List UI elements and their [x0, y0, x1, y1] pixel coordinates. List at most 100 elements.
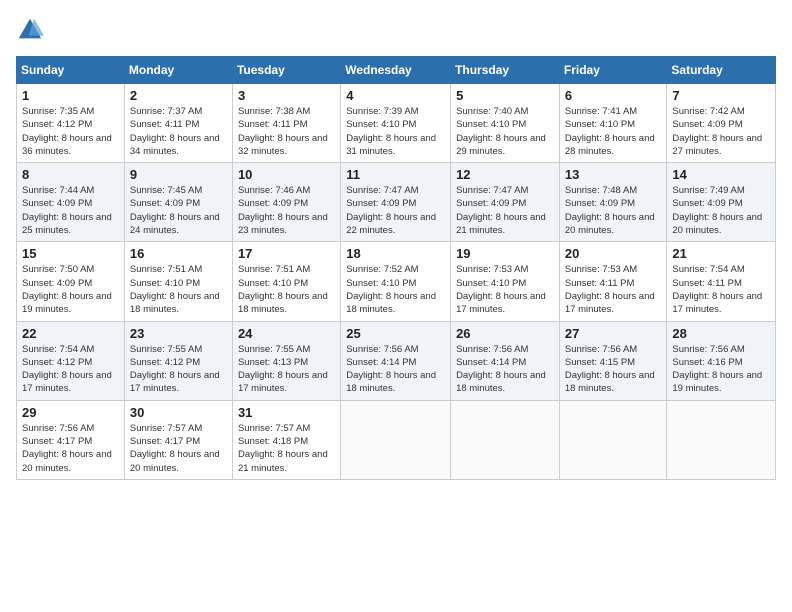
calendar-cell: 20 Sunrise: 7:53 AMSunset: 4:11 PMDayligh…: [559, 242, 667, 321]
day-number: 29: [22, 405, 119, 420]
day-info: Sunrise: 7:35 AMSunset: 4:12 PMDaylight:…: [22, 105, 119, 158]
day-info: Sunrise: 7:51 AMSunset: 4:10 PMDaylight:…: [130, 263, 227, 316]
day-number: 10: [238, 167, 335, 182]
day-number: 14: [672, 167, 770, 182]
day-number: 12: [456, 167, 554, 182]
day-info: Sunrise: 7:40 AMSunset: 4:10 PMDaylight:…: [456, 105, 554, 158]
day-number: 15: [22, 246, 119, 261]
day-info: Sunrise: 7:47 AMSunset: 4:09 PMDaylight:…: [456, 184, 554, 237]
day-info: Sunrise: 7:54 AMSunset: 4:12 PMDaylight:…: [22, 343, 119, 396]
day-info: Sunrise: 7:56 AMSunset: 4:17 PMDaylight:…: [22, 422, 119, 475]
day-info: Sunrise: 7:37 AMSunset: 4:11 PMDaylight:…: [130, 105, 227, 158]
day-info: Sunrise: 7:54 AMSunset: 4:11 PMDaylight:…: [672, 263, 770, 316]
calendar-header-row: SundayMondayTuesdayWednesdayThursdayFrid…: [17, 57, 776, 84]
day-info: Sunrise: 7:56 AMSunset: 4:15 PMDaylight:…: [565, 343, 662, 396]
calendar-cell: [451, 400, 560, 479]
day-info: Sunrise: 7:52 AMSunset: 4:10 PMDaylight:…: [346, 263, 445, 316]
day-info: Sunrise: 7:57 AMSunset: 4:18 PMDaylight:…: [238, 422, 335, 475]
day-number: 3: [238, 88, 335, 103]
col-header-friday: Friday: [559, 57, 667, 84]
day-number: 8: [22, 167, 119, 182]
day-number: 18: [346, 246, 445, 261]
day-number: 30: [130, 405, 227, 420]
calendar-cell: 29 Sunrise: 7:56 AMSunset: 4:17 PMDayligh…: [17, 400, 125, 479]
day-info: Sunrise: 7:38 AMSunset: 4:11 PMDaylight:…: [238, 105, 335, 158]
calendar-cell: 24 Sunrise: 7:55 AMSunset: 4:13 PMDayligh…: [232, 321, 340, 400]
logo: [16, 16, 48, 44]
calendar-cell: 9 Sunrise: 7:45 AMSunset: 4:09 PMDaylight…: [124, 163, 232, 242]
calendar-cell: 28 Sunrise: 7:56 AMSunset: 4:16 PMDayligh…: [667, 321, 776, 400]
day-number: 24: [238, 326, 335, 341]
day-info: Sunrise: 7:56 AMSunset: 4:14 PMDaylight:…: [456, 343, 554, 396]
day-number: 26: [456, 326, 554, 341]
day-info: Sunrise: 7:56 AMSunset: 4:14 PMDaylight:…: [346, 343, 445, 396]
calendar-cell: 27 Sunrise: 7:56 AMSunset: 4:15 PMDayligh…: [559, 321, 667, 400]
day-info: Sunrise: 7:55 AMSunset: 4:12 PMDaylight:…: [130, 343, 227, 396]
day-number: 25: [346, 326, 445, 341]
day-number: 21: [672, 246, 770, 261]
calendar-cell: 30 Sunrise: 7:57 AMSunset: 4:17 PMDayligh…: [124, 400, 232, 479]
calendar-cell: 4Sunrise: 7:39 AMSunset: 4:10 PMDaylight…: [341, 84, 451, 163]
day-info: Sunrise: 7:44 AMSunset: 4:09 PMDaylight:…: [22, 184, 119, 237]
day-number: 27: [565, 326, 662, 341]
calendar-cell: 5 Sunrise: 7:40 AMSunset: 4:10 PMDaylight…: [451, 84, 560, 163]
col-header-sunday: Sunday: [17, 57, 125, 84]
day-info: Sunrise: 7:57 AMSunset: 4:17 PMDaylight:…: [130, 422, 227, 475]
col-header-thursday: Thursday: [451, 57, 560, 84]
calendar-cell: [559, 400, 667, 479]
day-info: Sunrise: 7:45 AMSunset: 4:09 PMDaylight:…: [130, 184, 227, 237]
calendar-cell: 16 Sunrise: 7:51 AMSunset: 4:10 PMDayligh…: [124, 242, 232, 321]
calendar-cell: 19 Sunrise: 7:53 AMSunset: 4:10 PMDayligh…: [451, 242, 560, 321]
day-number: 11: [346, 167, 445, 182]
day-number: 5: [456, 88, 554, 103]
day-info: Sunrise: 7:56 AMSunset: 4:16 PMDaylight:…: [672, 343, 770, 396]
calendar-cell: 22 Sunrise: 7:54 AMSunset: 4:12 PMDayligh…: [17, 321, 125, 400]
day-number: 31: [238, 405, 335, 420]
day-number: 16: [130, 246, 227, 261]
day-number: 13: [565, 167, 662, 182]
day-number: 19: [456, 246, 554, 261]
calendar-week-row: 29 Sunrise: 7:56 AMSunset: 4:17 PMDayligh…: [17, 400, 776, 479]
calendar-cell: 6 Sunrise: 7:41 AMSunset: 4:10 PMDaylight…: [559, 84, 667, 163]
day-info: Sunrise: 7:53 AMSunset: 4:10 PMDaylight:…: [456, 263, 554, 316]
calendar-cell: [341, 400, 451, 479]
day-info: Sunrise: 7:39 AMSunset: 4:10 PMDaylight:…: [346, 105, 445, 158]
calendar-cell: 25 Sunrise: 7:56 AMSunset: 4:14 PMDayligh…: [341, 321, 451, 400]
day-info: Sunrise: 7:49 AMSunset: 4:09 PMDaylight:…: [672, 184, 770, 237]
day-number: 22: [22, 326, 119, 341]
day-info: Sunrise: 7:42 AMSunset: 4:09 PMDaylight:…: [672, 105, 770, 158]
day-info: Sunrise: 7:51 AMSunset: 4:10 PMDaylight:…: [238, 263, 335, 316]
day-number: 9: [130, 167, 227, 182]
day-number: 20: [565, 246, 662, 261]
calendar-cell: 12 Sunrise: 7:47 AMSunset: 4:09 PMDayligh…: [451, 163, 560, 242]
calendar-cell: 15 Sunrise: 7:50 AMSunset: 4:09 PMDayligh…: [17, 242, 125, 321]
day-info: Sunrise: 7:46 AMSunset: 4:09 PMDaylight:…: [238, 184, 335, 237]
day-info: Sunrise: 7:53 AMSunset: 4:11 PMDaylight:…: [565, 263, 662, 316]
calendar-cell: 23Sunrise: 7:55 AMSunset: 4:12 PMDayligh…: [124, 321, 232, 400]
day-info: Sunrise: 7:47 AMSunset: 4:09 PMDaylight:…: [346, 184, 445, 237]
day-info: Sunrise: 7:41 AMSunset: 4:10 PMDaylight:…: [565, 105, 662, 158]
calendar-cell: 18 Sunrise: 7:52 AMSunset: 4:10 PMDayligh…: [341, 242, 451, 321]
logo-icon: [16, 16, 44, 44]
day-info: Sunrise: 7:55 AMSunset: 4:13 PMDaylight:…: [238, 343, 335, 396]
calendar-week-row: 22 Sunrise: 7:54 AMSunset: 4:12 PMDayligh…: [17, 321, 776, 400]
day-number: 6: [565, 88, 662, 103]
day-number: 1: [22, 88, 119, 103]
calendar-cell: 17Sunrise: 7:51 AMSunset: 4:10 PMDayligh…: [232, 242, 340, 321]
calendar-cell: 8 Sunrise: 7:44 AMSunset: 4:09 PMDaylight…: [17, 163, 125, 242]
day-number: 2: [130, 88, 227, 103]
calendar-cell: 1 Sunrise: 7:35 AMSunset: 4:12 PMDaylight…: [17, 84, 125, 163]
day-number: 28: [672, 326, 770, 341]
calendar-cell: 2 Sunrise: 7:37 AMSunset: 4:11 PMDaylight…: [124, 84, 232, 163]
col-header-wednesday: Wednesday: [341, 57, 451, 84]
col-header-monday: Monday: [124, 57, 232, 84]
calendar-cell: 10 Sunrise: 7:46 AMSunset: 4:09 PMDayligh…: [232, 163, 340, 242]
calendar-cell: 3 Sunrise: 7:38 AMSunset: 4:11 PMDaylight…: [232, 84, 340, 163]
day-info: Sunrise: 7:50 AMSunset: 4:09 PMDaylight:…: [22, 263, 119, 316]
col-header-saturday: Saturday: [667, 57, 776, 84]
calendar-cell: 7Sunrise: 7:42 AMSunset: 4:09 PMDaylight…: [667, 84, 776, 163]
calendar-week-row: 15 Sunrise: 7:50 AMSunset: 4:09 PMDayligh…: [17, 242, 776, 321]
calendar-cell: [667, 400, 776, 479]
calendar-cell: 31 Sunrise: 7:57 AMSunset: 4:18 PMDayligh…: [232, 400, 340, 479]
calendar-cell: 21 Sunrise: 7:54 AMSunset: 4:11 PMDayligh…: [667, 242, 776, 321]
